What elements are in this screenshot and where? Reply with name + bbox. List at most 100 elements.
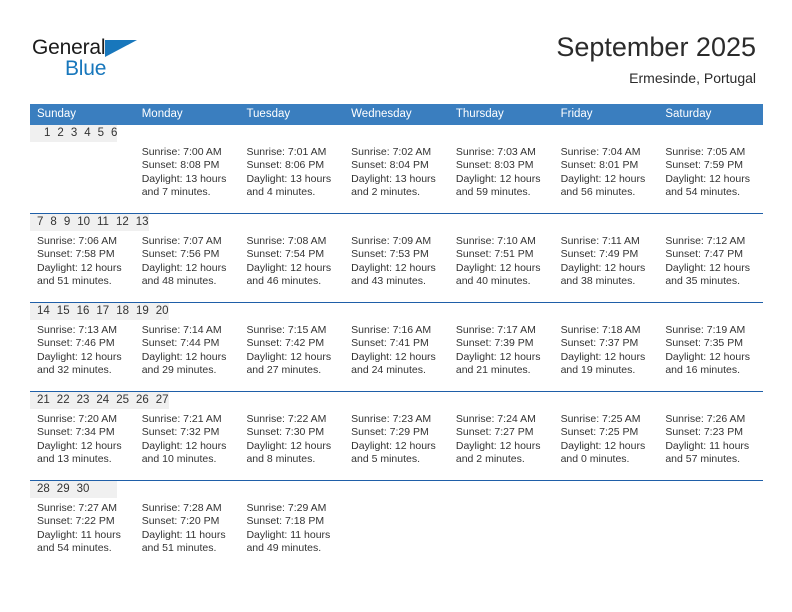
day-cell[interactable]: Sunrise: 7:04 AM Sunset: 8:01 PM Daylight:… xyxy=(554,142,659,213)
day-number[interactable]: 21 xyxy=(30,392,50,409)
day-number[interactable]: 19 xyxy=(128,303,149,320)
day-cell-body: Sunrise: 7:12 AM Sunset: 7:47 PM Daylight:… xyxy=(658,231,763,302)
day-info-line: Sunset: 7:23 PM xyxy=(665,426,743,439)
day-number[interactable]: 15 xyxy=(49,303,70,320)
day-cell[interactable]: Sunrise: 7:24 AM Sunset: 7:27 PM Daylight:… xyxy=(449,409,554,480)
day-cell[interactable]: Sunrise: 7:08 AM Sunset: 7:54 PM Daylight:… xyxy=(239,231,344,302)
day-cell[interactable]: Sunrise: 7:02 AM Sunset: 8:04 PM Daylight:… xyxy=(344,142,449,213)
day-cell[interactable]: Sunrise: 7:11 AM Sunset: 7:49 PM Daylight:… xyxy=(554,231,659,302)
day-info-line: Sunrise: 7:19 AM xyxy=(665,324,746,336)
day-cell[interactable]: Sunrise: 7:22 AM Sunset: 7:30 PM Daylight:… xyxy=(239,409,344,480)
day-number[interactable]: 25 xyxy=(109,392,129,409)
day-number[interactable]: 4 xyxy=(77,125,91,142)
day-cell[interactable]: Sunrise: 7:18 AM Sunset: 7:37 PM Daylight:… xyxy=(554,320,659,391)
day-cell[interactable]: Sunrise: 7:19 AM Sunset: 7:35 PM Daylight:… xyxy=(658,320,763,391)
day-info-line: Sunset: 8:06 PM xyxy=(246,159,325,172)
calendar-weeks: 1 2 3 4 5 6 Sunrise: 7:00 AM Sunset: 8:08 PM Day… xyxy=(30,125,763,569)
day-info-line: Sunset: 7:41 PM xyxy=(351,337,429,350)
day-cell[interactable]: Sunrise: 7:25 AM Sunset: 7:25 PM Daylight:… xyxy=(554,409,659,480)
day-number[interactable]: 1 xyxy=(37,125,51,142)
day-cell[interactable]: Sunrise: 7:06 AM Sunset: 7:58 PM Daylight:… xyxy=(30,231,135,302)
day-info-line: Sunset: 7:49 PM xyxy=(560,248,639,261)
day-number[interactable]: 10 xyxy=(70,214,91,231)
day-number[interactable]: 27 xyxy=(148,392,169,409)
weekday-header-wednesday: Wednesday xyxy=(351,108,412,120)
day-number[interactable]: 7 xyxy=(30,214,44,231)
day-number[interactable]: 9 xyxy=(56,214,71,231)
day-info-line: Daylight: 11 hours xyxy=(141,528,226,541)
day-number[interactable]: 28 xyxy=(30,481,50,498)
day-cell[interactable]: Sunrise: 7:17 AM Sunset: 7:39 PM Daylight:… xyxy=(449,320,554,391)
day-cell[interactable]: Sunrise: 7:10 AM Sunset: 7:51 PM Daylight:… xyxy=(449,231,554,302)
day-cell[interactable]: Sunrise: 7:23 AM Sunset: 7:29 PM Daylight:… xyxy=(344,409,449,480)
day-cell[interactable]: Sunrise: 7:03 AM Sunset: 8:03 PM Daylight:… xyxy=(449,142,554,213)
day-cell[interactable]: Sunrise: 7:14 AM Sunset: 7:44 PM Daylight:… xyxy=(135,320,240,391)
day-cell[interactable]: Sunrise: 7:26 AM Sunset: 7:23 PM Daylight:… xyxy=(658,409,763,480)
day-cell-body: Sunrise: 7:19 AM Sunset: 7:35 PM Daylight:… xyxy=(658,320,763,391)
day-number[interactable]: 24 xyxy=(89,392,110,409)
day-cell[interactable]: Sunrise: 7:01 AM Sunset: 8:06 PM Daylight:… xyxy=(239,142,344,213)
day-number[interactable]: 12 xyxy=(108,214,129,231)
day-cell[interactable]: Sunrise: 7:16 AM Sunset: 7:41 PM Daylight:… xyxy=(344,320,449,391)
day-number[interactable]: 13 xyxy=(128,214,149,231)
day-number[interactable]: 3 xyxy=(63,125,78,142)
day-number[interactable]: 8 xyxy=(43,214,57,231)
day-cell[interactable]: Sunrise: 7:15 AM Sunset: 7:42 PM Daylight:… xyxy=(239,320,344,391)
day-cell[interactable]: Sunrise: 7:21 AM Sunset: 7:32 PM Daylight:… xyxy=(135,409,240,480)
day-info-line: Sunset: 7:44 PM xyxy=(141,337,220,350)
day-info-line: Daylight: 12 hours xyxy=(246,261,332,274)
day-cell[interactable]: Sunrise: 7:29 AM Sunset: 7:18 PM Daylight:… xyxy=(239,498,344,569)
day-cell-body: Sunrise: 7:10 AM Sunset: 7:51 PM Daylight:… xyxy=(449,231,554,302)
day-number[interactable]: 6 xyxy=(104,125,118,142)
day-cell-body: Sunrise: 7:18 AM Sunset: 7:37 PM Daylight:… xyxy=(554,320,659,391)
day-cell-body: Sunrise: 7:04 AM Sunset: 8:01 PM Daylight:… xyxy=(554,142,659,213)
day-number-empty xyxy=(96,481,104,498)
day-cell[interactable]: Sunrise: 7:07 AM Sunset: 7:56 PM Daylight:… xyxy=(135,231,240,302)
day-cell-body: Sunrise: 7:26 AM Sunset: 7:23 PM Daylight:… xyxy=(658,409,763,480)
day-number[interactable]: 30 xyxy=(69,481,90,498)
day-number[interactable]: 17 xyxy=(89,303,110,320)
day-info-line: Sunset: 7:18 PM xyxy=(246,515,325,528)
day-number[interactable]: 22 xyxy=(49,392,70,409)
day-info-line: Sunrise: 7:11 AM xyxy=(560,235,640,247)
day-number[interactable]: 29 xyxy=(49,481,70,498)
day-cell[interactable]: Sunrise: 7:09 AM Sunset: 7:53 PM Daylight:… xyxy=(344,231,449,302)
day-info-line: Sunset: 7:53 PM xyxy=(351,248,429,261)
day-cell[interactable]: Sunrise: 7:27 AM Sunset: 7:22 PM Daylight:… xyxy=(30,498,135,569)
day-number[interactable]: 2 xyxy=(50,125,64,142)
day-number[interactable]: 23 xyxy=(69,392,90,409)
day-info-line: Sunrise: 7:24 AM xyxy=(455,413,536,425)
day-cell[interactable]: Sunrise: 7:12 AM Sunset: 7:47 PM Daylight:… xyxy=(658,231,763,302)
day-cell-empty xyxy=(30,142,135,213)
day-info-line: Daylight: 12 hours xyxy=(455,172,541,185)
day-cell[interactable]: Sunrise: 7:05 AM Sunset: 7:59 PM Daylight:… xyxy=(658,142,763,213)
day-cell[interactable]: Sunrise: 7:13 AM Sunset: 7:46 PM Daylight:… xyxy=(30,320,135,391)
day-info-line: Daylight: 12 hours xyxy=(141,350,227,363)
weekday-header-saturday: Saturday xyxy=(665,108,712,120)
day-info-line: Sunset: 7:37 PM xyxy=(560,337,639,350)
day-cell[interactable]: Sunrise: 7:20 AM Sunset: 7:34 PM Daylight:… xyxy=(30,409,135,480)
day-number[interactable]: 18 xyxy=(109,303,129,320)
day-info-line: Daylight: 13 hours xyxy=(141,172,227,185)
day-number[interactable]: 16 xyxy=(69,303,90,320)
day-cell-body: Sunrise: 7:29 AM Sunset: 7:18 PM Daylight:… xyxy=(239,498,344,569)
day-cell-body: Sunrise: 7:23 AM Sunset: 7:29 PM Daylight:… xyxy=(344,409,449,480)
day-cell-body xyxy=(658,498,763,569)
day-number-empty xyxy=(89,481,97,498)
day-info-line: and 24 minutes. xyxy=(351,363,426,376)
day-cell[interactable]: Sunrise: 7:00 AM Sunset: 8:08 PM Daylight:… xyxy=(135,142,240,213)
day-number[interactable]: 5 xyxy=(90,125,105,142)
day-info-line: Sunrise: 7:07 AM xyxy=(141,235,222,247)
day-number[interactable]: 26 xyxy=(128,392,149,409)
day-cell-body: Sunrise: 7:00 AM Sunset: 8:08 PM Daylight:… xyxy=(135,142,240,213)
day-number[interactable]: 20 xyxy=(148,303,169,320)
day-info-line: Daylight: 12 hours xyxy=(560,261,646,274)
day-number[interactable]: 11 xyxy=(90,214,109,231)
day-cell-empty xyxy=(554,498,659,569)
day-cell-body: Sunrise: 7:16 AM Sunset: 7:41 PM Daylight:… xyxy=(344,320,449,391)
day-number[interactable]: 14 xyxy=(30,303,50,320)
day-info-line: and 29 minutes. xyxy=(141,363,217,376)
day-info-line: Sunrise: 7:13 AM xyxy=(37,324,117,336)
day-cell[interactable]: Sunrise: 7:28 AM Sunset: 7:20 PM Daylight:… xyxy=(135,498,240,569)
day-info-line: Daylight: 12 hours xyxy=(665,261,750,274)
